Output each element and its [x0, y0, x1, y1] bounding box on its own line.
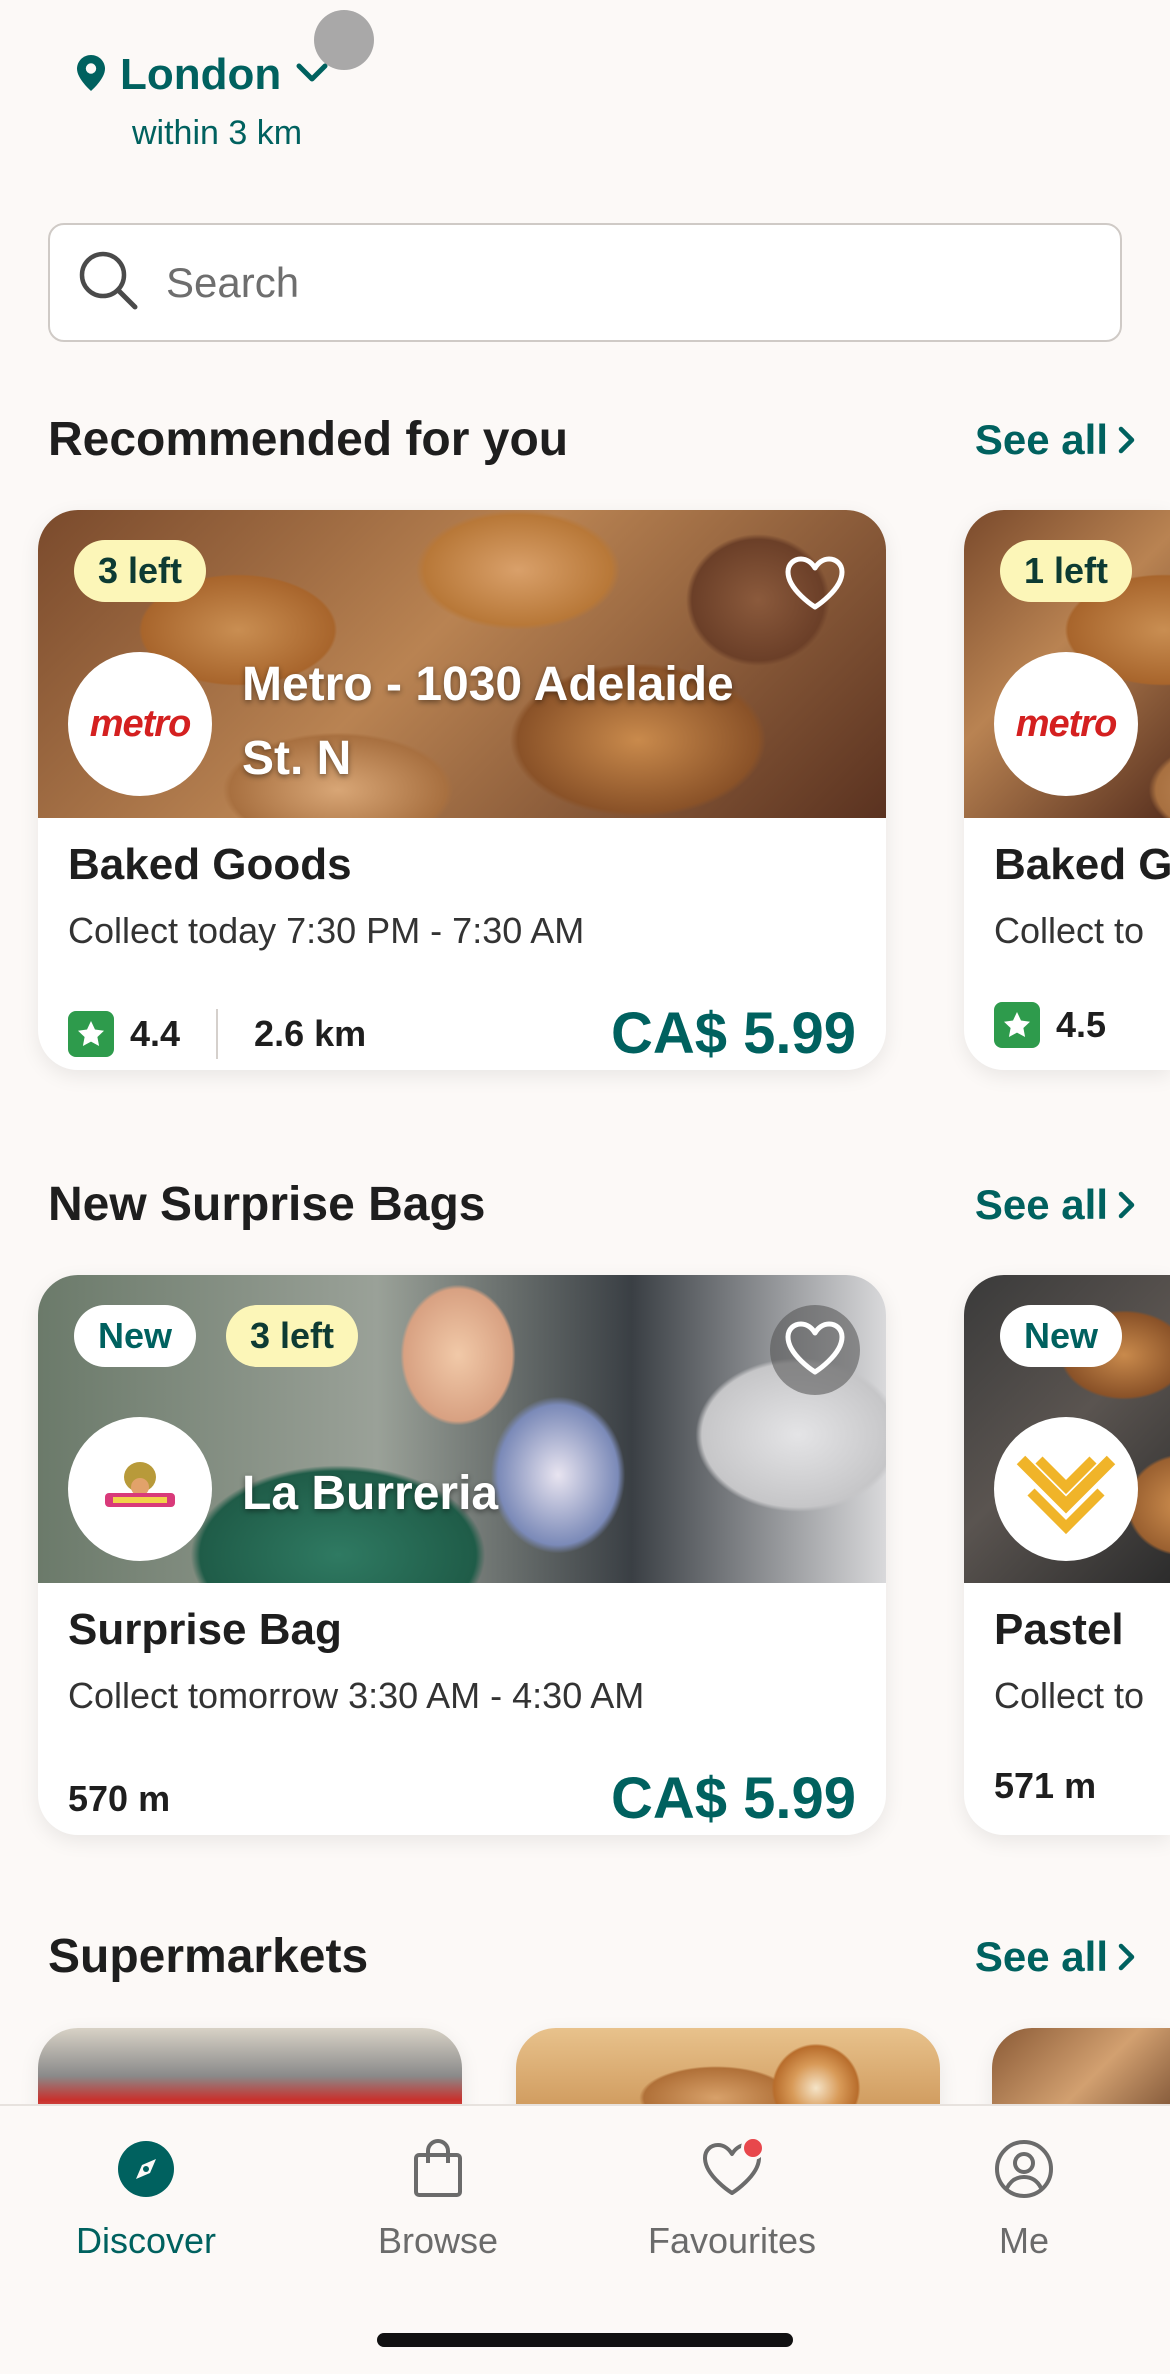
- nav-browse[interactable]: Browse: [318, 2136, 558, 2262]
- new-badge: New: [74, 1305, 197, 1367]
- chevron-right-icon: [1118, 416, 1136, 464]
- logo-text: metro: [1015, 702, 1118, 745]
- supermarkets-section-header: Supermarkets See all: [48, 1929, 1136, 1984]
- see-all-label: See all: [974, 1932, 1108, 1980]
- nav-label: Discover: [75, 2220, 217, 2261]
- item-title: Pastel: [994, 1605, 1124, 1654]
- new-badge: New: [1000, 1305, 1123, 1367]
- location-selector[interactable]: London within 3 km: [76, 50, 329, 153]
- store-name: La Burreria: [242, 1467, 499, 1520]
- user-profile-icon: [991, 2136, 1057, 2202]
- nav-label: Browse: [377, 2220, 499, 2261]
- collect-time: Collect to: [994, 1675, 1145, 1716]
- collect-time: Collect to: [994, 910, 1145, 951]
- nav-label: Favourites: [647, 2220, 817, 2261]
- location-radius: within 3 km: [132, 114, 303, 152]
- items-left-badge: 3 left: [74, 540, 207, 602]
- heart-icon: [699, 2136, 765, 2202]
- heart-icon: [784, 555, 846, 616]
- rating: 4.5: [994, 1002, 1106, 1048]
- distance: 570 m: [68, 1777, 171, 1819]
- star-icon: [68, 1010, 114, 1057]
- location-city: London: [120, 50, 282, 99]
- price: CA$ 5.99: [610, 1001, 856, 1066]
- logo-text: metro: [89, 702, 192, 745]
- location-pin-icon: [76, 54, 106, 97]
- shopping-bag-icon: [405, 2136, 471, 2202]
- item-title: Baked Goods: [68, 840, 352, 889]
- section-title: Supermarkets: [48, 1930, 369, 1983]
- search-input[interactable]: [166, 258, 1066, 307]
- store-logo: [68, 1417, 212, 1561]
- item-title: Surprise Bag: [68, 1605, 342, 1654]
- store-name: Metro - 1030 Adelaide St. N: [242, 658, 734, 785]
- store-logo: [994, 1417, 1138, 1561]
- nav-me[interactable]: Me: [904, 2136, 1144, 2262]
- new-bag-card[interactable]: New Pastel Collect to 571 m: [964, 1275, 1170, 1835]
- la-burreria-logo-icon: [95, 1457, 185, 1522]
- nav-discover[interactable]: Discover: [26, 2136, 266, 2262]
- distance: 2.6 km: [254, 1012, 367, 1054]
- items-left-badge: 3 left: [226, 1305, 359, 1367]
- chevron-right-icon: [1118, 1933, 1136, 1981]
- chevron-down-icon: [295, 62, 329, 89]
- rating-value: 4.5: [1056, 1004, 1107, 1045]
- nav-favourites[interactable]: Favourites: [612, 2136, 852, 2262]
- rating: 4.4: [68, 1010, 181, 1057]
- see-all-supermarkets-link[interactable]: See all: [975, 1933, 1136, 1981]
- chevron-right-icon: [1118, 1181, 1136, 1229]
- star-icon: [994, 1002, 1040, 1048]
- favourite-button[interactable]: [770, 1305, 860, 1395]
- new-bag-card[interactable]: New 3 left La Burreria Surprise Bag Coll…: [38, 1275, 886, 1835]
- recommended-card[interactable]: 1 left metro Baked G Collect to 4.5: [964, 510, 1170, 1070]
- touch-indicator: [314, 10, 374, 70]
- home-indicator[interactable]: [377, 2333, 793, 2347]
- price: CA$ 5.99: [610, 1766, 856, 1831]
- search-icon: [76, 248, 140, 317]
- nav-label: Me: [998, 2220, 1049, 2261]
- item-title: Baked G: [994, 840, 1170, 889]
- see-all-new-bags-link[interactable]: See all: [975, 1181, 1136, 1229]
- collect-time: Collect tomorrow 3:30 AM - 4:30 AM: [68, 1675, 645, 1716]
- see-all-label: See all: [974, 415, 1108, 463]
- favourite-button[interactable]: [770, 540, 860, 630]
- notification-dot-icon: [741, 2136, 765, 2160]
- new-bags-section-header: New Surprise Bags See all: [48, 1177, 1136, 1232]
- see-all-recommended-link[interactable]: See all: [975, 416, 1136, 464]
- compass-icon: [113, 2136, 179, 2202]
- store-logo: metro: [994, 652, 1138, 796]
- section-title: New Surprise Bags: [48, 1178, 486, 1231]
- pastel-logo-icon: [1011, 1432, 1121, 1547]
- rating-value: 4.4: [130, 1012, 181, 1054]
- heart-icon: [784, 1320, 846, 1381]
- items-left-badge: 1 left: [1000, 540, 1133, 602]
- collect-time: Collect today 7:30 PM - 7:30 AM: [68, 910, 585, 951]
- distance: 571 m: [994, 1765, 1097, 1806]
- divider: [216, 1008, 219, 1059]
- recommended-section-header: Recommended for you See all: [48, 412, 1136, 467]
- see-all-label: See all: [974, 1180, 1108, 1228]
- section-title: Recommended for you: [48, 413, 569, 466]
- search-bar[interactable]: [48, 223, 1122, 342]
- recommended-card[interactable]: 3 left metro Metro - 1030 Adelaide St. N…: [38, 510, 886, 1070]
- store-logo: metro: [68, 652, 212, 796]
